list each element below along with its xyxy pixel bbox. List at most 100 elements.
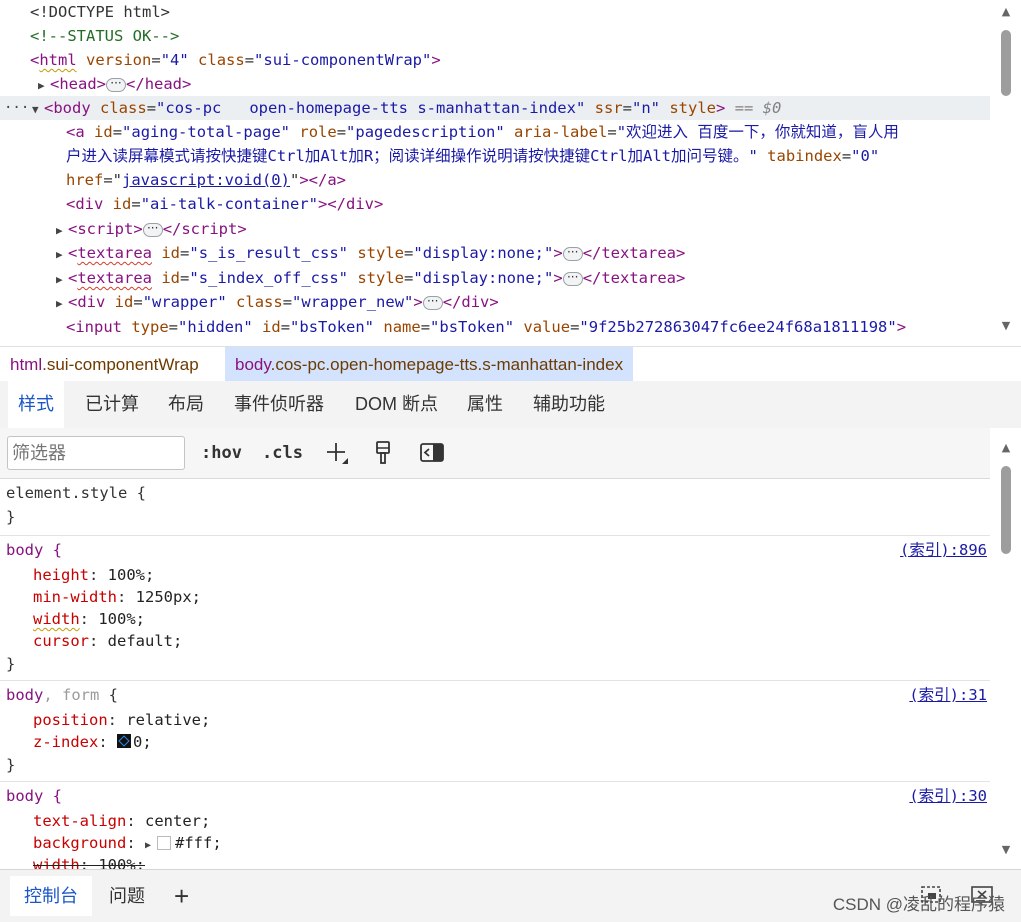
- filter-input[interactable]: [7, 436, 185, 470]
- prop-name[interactable]: cursor: [33, 632, 89, 650]
- prop-value[interactable]: 100%;: [98, 566, 155, 584]
- paint-brush-icon[interactable]: [371, 440, 397, 466]
- tab-properties[interactable]: 属性: [457, 381, 513, 428]
- prop-value[interactable]: 0;: [133, 733, 152, 751]
- add-tab-button[interactable]: +: [160, 876, 203, 916]
- cls-button[interactable]: .cls: [262, 440, 303, 466]
- attr-value: "ai-talk-container": [140, 195, 318, 213]
- attr-value: "wrapper": [142, 293, 227, 311]
- href-link[interactable]: javascript:void(0): [122, 171, 290, 189]
- rule-element-style[interactable]: element.style { }: [0, 479, 990, 536]
- prop-name[interactable]: position: [33, 711, 108, 729]
- dom-scrollbar[interactable]: ▲ ▼: [999, 0, 1013, 346]
- tab-computed[interactable]: 已计算: [75, 381, 149, 428]
- dom-line-a-href[interactable]: href="javascript:void(0)"></a>: [0, 168, 990, 192]
- aria-label-value-cont: 户进入读屏幕模式请按快捷键Ctrl加Alt加R；阅读详细操作说明请按快捷键Ctr…: [66, 147, 758, 165]
- dom-line-input[interactable]: <input type="hidden" id="bsToken" name="…: [0, 315, 990, 339]
- breadcrumb: html.sui-componentWrap body.cos-pc.open-…: [0, 346, 1021, 382]
- tab-accessibility[interactable]: 辅助功能: [523, 381, 615, 428]
- prop-name[interactable]: width: [33, 610, 80, 628]
- scroll-thumb[interactable]: [1001, 466, 1011, 554]
- prop-name[interactable]: text-align: [33, 812, 126, 830]
- expand-triangle-icon[interactable]: ▶: [56, 243, 68, 267]
- prop-name[interactable]: z-index: [33, 733, 98, 751]
- tab-styles[interactable]: 样式: [8, 381, 64, 428]
- rule-close-brace: }: [6, 655, 16, 673]
- breadcrumb-body[interactable]: body.cos-pc.open-homepage-tts.s-manhatta…: [225, 347, 634, 382]
- attr-value: "n": [631, 99, 660, 117]
- scroll-down-icon[interactable]: ▼: [999, 320, 1013, 332]
- dom-line-script[interactable]: ▶ <script> ··· </script>: [0, 217, 990, 241]
- rule-source-link[interactable]: (索引):31: [909, 684, 987, 706]
- stacking-context-icon[interactable]: [117, 734, 131, 748]
- dom-line-comment[interactable]: <!--STATUS OK-->: [0, 24, 990, 48]
- prop-value[interactable]: relative;: [117, 711, 210, 729]
- tab-console[interactable]: 控制台: [10, 876, 92, 916]
- dom-line-head[interactable]: ▶ <head> ··· </head>: [0, 72, 990, 96]
- tab-dom-breakpoints[interactable]: DOM 断点: [345, 381, 448, 428]
- attr-value: "pagedescription": [346, 123, 505, 141]
- expand-triangle-icon[interactable]: ▶: [38, 74, 50, 98]
- dom-line-div-wrapper[interactable]: ▶ <div id="wrapper" class="wrapper_new"> ·…: [0, 290, 990, 314]
- new-style-rule-icon[interactable]: [323, 440, 349, 466]
- dom-line-div-ai[interactable]: <div id="ai-talk-container"></div>: [0, 192, 990, 216]
- elements-dom-tree: <!DOCTYPE html> <!--STATUS OK--> <html v…: [0, 0, 1021, 346]
- prop-name[interactable]: min-width: [33, 588, 117, 606]
- expand-triangle-icon[interactable]: ▶: [56, 219, 68, 243]
- dom-line-doctype[interactable]: <!DOCTYPE html>: [0, 0, 990, 24]
- hov-button[interactable]: :hov: [201, 440, 242, 466]
- tab-issues[interactable]: 问题: [95, 876, 159, 916]
- rule-source-link[interactable]: (索引):30: [909, 785, 987, 807]
- ellipsis-badge-icon[interactable]: ···: [142, 222, 163, 237]
- ellipsis-badge-icon[interactable]: ···: [422, 295, 443, 310]
- collapse-triangle-icon[interactable]: ▼: [32, 98, 44, 122]
- rule-selector: body {: [6, 787, 62, 805]
- dom-line-a-tag[interactable]: <a id="aging-total-page" role="pagedescr…: [0, 120, 990, 144]
- attr-name: aria-label: [514, 123, 608, 141]
- rules-scrollbar[interactable]: ▲ ▼: [999, 436, 1013, 866]
- color-swatch[interactable]: [157, 835, 171, 850]
- tab-event-listeners[interactable]: 事件侦听器: [224, 381, 334, 428]
- attr-value: "0": [851, 147, 880, 165]
- crumb-class: .cos-pc.open-homepage-tts.s-manhattan-in…: [270, 355, 624, 374]
- expand-triangle-icon[interactable]: ▶: [56, 268, 68, 292]
- dom-line-body-selected[interactable]: ··· ▼ <body class="cos-pc open-homepage-t…: [0, 96, 990, 120]
- prop-value[interactable]: center;: [136, 812, 210, 830]
- breadcrumb-html[interactable]: html.sui-componentWrap: [0, 347, 209, 382]
- ellipsis-badge-icon[interactable]: ···: [106, 77, 127, 92]
- toggle-sidebar-icon[interactable]: [419, 440, 445, 466]
- prop-value[interactable]: 100%;: [89, 610, 145, 628]
- ellipsis-badge-icon[interactable]: ···: [562, 246, 583, 261]
- rule-selector: body: [6, 686, 44, 704]
- rule-body-2[interactable]: body { (索引):30 text-align: center; backg…: [0, 782, 990, 869]
- attr-name: class: [198, 51, 245, 69]
- doctype-text: <!DOCTYPE html>: [30, 3, 170, 21]
- prop-value[interactable]: default;: [98, 632, 183, 650]
- ellipsis-badge-icon[interactable]: ···: [562, 271, 583, 286]
- attr-value: "cos-pc open-homepage-tts s-manhattan-in…: [156, 99, 586, 117]
- dom-line-a-tag-cont[interactable]: 户进入读屏幕模式请按快捷键Ctrl加Alt加R；阅读详细操作说明请按快捷键Ctr…: [0, 144, 990, 168]
- tab-layout[interactable]: 布局: [158, 381, 214, 428]
- script-tag: script: [77, 220, 134, 238]
- rule-source-link[interactable]: (索引):896: [900, 539, 987, 561]
- more-options-icon[interactable]: ···: [4, 96, 29, 120]
- scroll-up-icon[interactable]: ▲: [999, 6, 1013, 18]
- attr-value: "display:none;": [413, 244, 554, 262]
- rule-body-1[interactable]: body { (索引):896 height: 100%; min-width:…: [0, 536, 990, 681]
- scroll-up-icon[interactable]: ▲: [999, 442, 1013, 454]
- scroll-down-icon[interactable]: ▼: [999, 844, 1013, 856]
- dom-line-html[interactable]: <html version="4" class="sui-componentWr…: [0, 48, 990, 72]
- prop-value[interactable]: 100%;: [89, 856, 145, 869]
- expand-shorthand-icon[interactable]: ▶: [145, 835, 157, 857]
- prop-value[interactable]: #fff;: [175, 834, 222, 852]
- prop-value[interactable]: 1250px;: [126, 588, 201, 606]
- dom-line-textarea1[interactable]: ▶ <textarea id="s_is_result_css" style="d…: [0, 241, 990, 265]
- prop-name[interactable]: height: [33, 566, 89, 584]
- rule-close-brace: }: [6, 756, 16, 774]
- scroll-thumb[interactable]: [1001, 30, 1011, 96]
- expand-triangle-icon[interactable]: ▶: [56, 292, 68, 316]
- dom-line-textarea2[interactable]: ▶ <textarea id="s_index_off_css" style="d…: [0, 266, 990, 290]
- prop-name[interactable]: background: [33, 834, 126, 852]
- prop-name[interactable]: width: [33, 856, 80, 869]
- rule-body-form[interactable]: body, form { (索引):31 position: relative;…: [0, 681, 990, 782]
